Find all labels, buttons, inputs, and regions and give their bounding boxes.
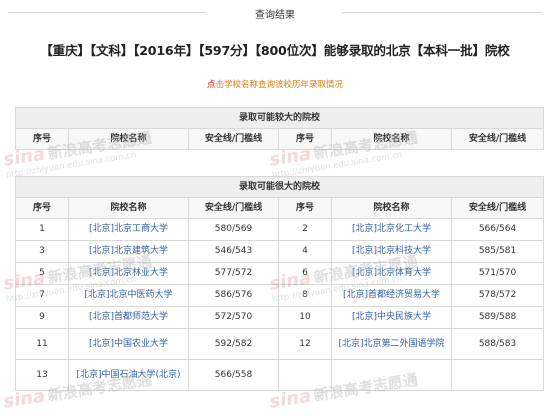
row-index: 3 xyxy=(15,240,69,263)
col-header-school: 院校名称 xyxy=(68,197,189,219)
school-link[interactable]: [北京]北京中医药大学 xyxy=(84,290,172,300)
score-line: 577/572 xyxy=(188,262,279,285)
school-link[interactable]: [北京]中国石油大学(北京) xyxy=(76,370,180,380)
row-index: 2 xyxy=(278,218,332,241)
query-summary-headline: 【重庆】【文科】【2016年】【597分】【800位次】能够录取的北京【本科一批… xyxy=(40,43,510,58)
hint-text: 点击学校名称查询该校历年录取情况 xyxy=(0,78,550,90)
school-link[interactable]: [北京]北京第二外国语学院 xyxy=(338,339,444,349)
table-very-likely-admission: 录取可能很大的院校 序号 院校名称 安全线/门槛线 序号 院校名称 安全线/门槛… xyxy=(14,176,545,391)
table-row: 3 [北京]北京建筑大学 546/543 4 [北京]北京科技大学 585/58… xyxy=(15,240,545,263)
table-likely-admission: 录取可能较大的院校 序号 院校名称 安全线/门槛线 序号 院校名称 安全线/门槛… xyxy=(14,107,545,150)
school-link[interactable]: [北京]首都经济贸易大学 xyxy=(343,290,440,300)
school-cell: [北京]首都经济贸易大学 xyxy=(331,284,452,307)
row-index: 6 xyxy=(278,262,332,285)
column-header-row: 序号 院校名称 安全线/门槛线 序号 院校名称 安全线/门槛线 xyxy=(15,128,545,150)
school-link[interactable]: [北京]北京化工大学 xyxy=(352,224,431,234)
score-line: 589/588 xyxy=(450,306,545,329)
row-index: 4 xyxy=(278,240,332,263)
school-cell: [北京]北京化工大学 xyxy=(331,218,452,241)
score-line: 586/576 xyxy=(188,284,279,307)
school-link[interactable]: [北京]中央民族大学 xyxy=(352,312,431,322)
score-line: 546/543 xyxy=(188,240,279,263)
col-header-index: 序号 xyxy=(278,197,332,219)
school-link[interactable]: [北京]北京林业大学 xyxy=(89,268,168,278)
score-line: 566/564 xyxy=(450,218,545,241)
table-row: 1 [北京]北京工商大学 580/569 2 [北京]北京化工大学 566/56… xyxy=(15,218,545,241)
row-index: 11 xyxy=(15,328,69,360)
school-cell: [北京]北京建筑大学 xyxy=(68,240,189,263)
col-header-index: 序号 xyxy=(15,128,69,150)
school-cell: [北京]首都师范大学 xyxy=(68,306,189,329)
row-index: 9 xyxy=(15,306,69,329)
score-line: 566/558 xyxy=(188,359,279,391)
row-index xyxy=(278,359,332,391)
row-index: 8 xyxy=(278,284,332,307)
row-index: 5 xyxy=(15,262,69,285)
score-line: 578/572 xyxy=(450,284,545,307)
results-header: 查询结果 xyxy=(0,0,550,26)
col-header-index: 序号 xyxy=(278,128,332,150)
section-title: 录取可能很大的院校 xyxy=(14,176,545,198)
results-title: 查询结果 xyxy=(255,10,295,21)
school-link[interactable]: [北京]中国农业大学 xyxy=(89,339,168,349)
column-header-row: 序号 院校名称 安全线/门槛线 序号 院校名称 安全线/门槛线 xyxy=(15,197,545,219)
school-cell xyxy=(331,359,452,391)
score-line: 592/582 xyxy=(188,328,279,360)
school-cell: [北京]中国农业大学 xyxy=(68,328,189,360)
col-header-school: 院校名称 xyxy=(331,128,452,150)
hint-dot: 点 xyxy=(206,80,216,90)
table-row: 9 [北京]首都师范大学 572/570 10 [北京]中央民族大学 589/5… xyxy=(15,306,545,329)
col-header-score: 安全线/门槛线 xyxy=(450,197,545,219)
school-cell: [北京]北京科技大学 xyxy=(331,240,452,263)
table-row: 13 [北京]中国石油大学(北京) 566/558 xyxy=(15,359,545,391)
col-header-school: 院校名称 xyxy=(68,128,189,150)
table-row: 11 [北京]中国农业大学 592/582 12 [北京]北京第二外国语学院 5… xyxy=(15,328,545,360)
row-index: 7 xyxy=(15,284,69,307)
col-header-index: 序号 xyxy=(15,197,69,219)
section-title: 录取可能较大的院校 xyxy=(14,107,545,129)
col-header-score: 安全线/门槛线 xyxy=(188,197,279,219)
hint-body: 击学校名称查询该校历年录取情况 xyxy=(215,80,344,90)
school-link[interactable]: [北京]北京体育大学 xyxy=(352,268,431,278)
table-row: 7 [北京]北京中医药大学 586/576 8 [北京]首都经济贸易大学 578… xyxy=(15,284,545,307)
col-header-school: 院校名称 xyxy=(331,197,452,219)
row-index: 12 xyxy=(278,328,332,360)
school-link[interactable]: [北京]北京科技大学 xyxy=(352,246,431,256)
school-link[interactable]: [北京]首都师范大学 xyxy=(89,312,168,322)
row-index: 13 xyxy=(15,359,69,391)
school-cell: [北京]北京中医药大学 xyxy=(68,284,189,307)
col-header-score: 安全线/门槛线 xyxy=(188,128,279,150)
section-title-row: 录取可能较大的院校 xyxy=(14,107,545,129)
score-line: 580/569 xyxy=(188,218,279,241)
school-cell: [北京]北京第二外国语学院 xyxy=(331,328,452,360)
school-link[interactable]: [北京]北京建筑大学 xyxy=(89,246,168,256)
school-cell: [北京]北京体育大学 xyxy=(331,262,452,285)
header-divider-right xyxy=(342,12,542,13)
school-link[interactable]: [北京]北京工商大学 xyxy=(89,224,168,234)
table-row: 5 [北京]北京林业大学 577/572 6 [北京]北京体育大学 571/57… xyxy=(15,262,545,285)
school-cell: [北京]北京工商大学 xyxy=(68,218,189,241)
school-cell: [北京]中国石油大学(北京) xyxy=(68,359,189,391)
row-index: 1 xyxy=(15,218,69,241)
row-index: 10 xyxy=(278,306,332,329)
score-line xyxy=(450,359,545,391)
col-header-score: 安全线/门槛线 xyxy=(450,128,545,150)
score-line: 572/570 xyxy=(188,306,279,329)
score-line: 588/583 xyxy=(450,328,545,360)
score-line: 585/581 xyxy=(450,240,545,263)
section-title-row: 录取可能很大的院校 xyxy=(14,176,545,198)
school-cell: [北京]北京林业大学 xyxy=(68,262,189,285)
score-line: 571/570 xyxy=(450,262,545,285)
school-cell: [北京]中央民族大学 xyxy=(331,306,452,329)
